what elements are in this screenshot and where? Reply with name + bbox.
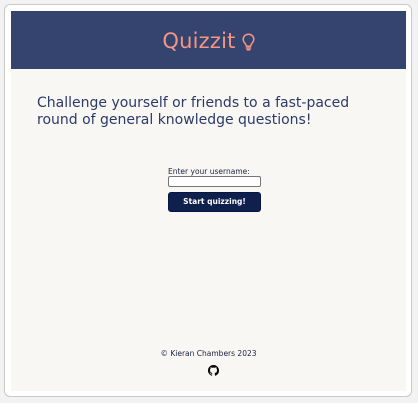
brand-title: Quizzit [162,29,236,53]
username-label: Enter your username: [168,167,250,176]
username-form: Enter your username: [168,167,268,187]
lightbulb-icon [242,32,255,56]
intro-text: Challenge yourself or friends to a fast-… [37,95,350,128]
brand: Quizzit [11,29,406,56]
page: Quizzit Challenge yourself or friends to… [11,11,406,391]
window-frame: Quizzit Challenge yourself or friends to… [4,4,412,397]
start-quizzing-button[interactable]: Start quizzing! [168,192,261,212]
copyright-text: © Kieran Chambers 2023 [160,349,257,358]
github-icon[interactable] [208,361,219,376]
username-input[interactable] [168,176,261,187]
site-header: Quizzit [11,11,406,69]
